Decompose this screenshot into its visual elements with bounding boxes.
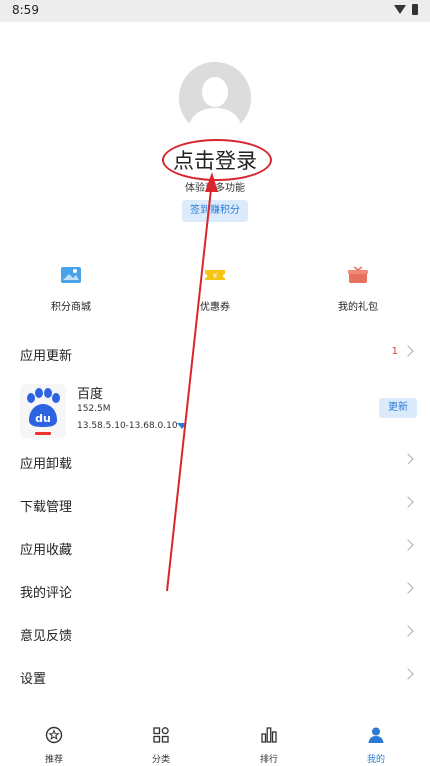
svg-text:du: du bbox=[35, 412, 51, 425]
feedback-label: 意见反馈 bbox=[20, 629, 73, 644]
app-update-label: 应用更新 bbox=[20, 349, 73, 364]
image-gift-icon bbox=[61, 267, 81, 283]
chevron-right-icon bbox=[402, 453, 414, 465]
tab-ranking[interactable]: 排行 bbox=[229, 726, 309, 765]
wifi-icon bbox=[394, 5, 406, 14]
app-size: 152.5M bbox=[77, 404, 111, 414]
update-button[interactable]: 更新 bbox=[379, 398, 417, 418]
my-gift-label: 我的礼包 bbox=[338, 302, 378, 313]
settings-label: 设置 bbox=[20, 672, 47, 687]
points-mall-item[interactable]: 积分商城 bbox=[21, 266, 121, 313]
chevron-right-icon bbox=[402, 496, 414, 508]
uninstall-label: 应用卸载 bbox=[20, 457, 73, 472]
my-gift-item[interactable]: 我的礼包 bbox=[308, 266, 408, 313]
download-manage-label: 下载管理 bbox=[20, 500, 73, 515]
menu-download-manage[interactable]: 下载管理 bbox=[0, 484, 430, 527]
category-icon bbox=[153, 727, 169, 743]
update-count-badge: 1 bbox=[391, 346, 398, 357]
expand-arrow-icon[interactable] bbox=[177, 423, 187, 429]
bottom-tab-bar: 推荐 分类 排行 我的 bbox=[0, 722, 430, 766]
menu-uninstall[interactable]: 应用卸载 bbox=[0, 441, 430, 484]
svg-text:¥: ¥ bbox=[213, 272, 218, 280]
coupon-item[interactable]: ¥ 优惠券 bbox=[165, 266, 265, 313]
app-name: 百度 bbox=[77, 387, 104, 402]
login-subtitle: 体验更多功能 bbox=[185, 183, 245, 194]
my-comments-label: 我的评论 bbox=[20, 586, 73, 601]
chevron-right-icon bbox=[402, 345, 414, 357]
status-icons bbox=[394, 4, 418, 15]
menu-feedback[interactable]: 意见反馈 bbox=[0, 613, 430, 656]
battery-icon bbox=[412, 4, 418, 15]
tab-category[interactable]: 分类 bbox=[121, 726, 201, 765]
status-bar: 8:59 bbox=[0, 0, 430, 22]
chevron-right-icon bbox=[402, 668, 414, 680]
ranking-icon bbox=[261, 727, 277, 743]
app-version: 13.58.5.10-13.68.0.10 bbox=[77, 421, 178, 431]
pending-update-app[interactable]: du 百度 152.5M 13.58.5.10-13.68.0.10 更新 bbox=[0, 380, 430, 440]
tab-recommend[interactable]: 推荐 bbox=[14, 726, 94, 765]
person-icon bbox=[368, 727, 384, 743]
chevron-right-icon bbox=[402, 539, 414, 551]
baidu-paw-icon: du bbox=[20, 384, 66, 438]
tab-mine[interactable]: 我的 bbox=[336, 726, 416, 765]
app-update-row[interactable]: 应用更新 1 bbox=[0, 333, 430, 376]
menu-favorites[interactable]: 应用收藏 bbox=[0, 527, 430, 570]
coupon-label: 优惠券 bbox=[200, 302, 230, 313]
signin-points-button[interactable]: 签到赚积分 bbox=[182, 200, 248, 222]
app-icon: du bbox=[20, 384, 66, 438]
avatar[interactable] bbox=[179, 62, 251, 134]
tab-category-label: 分类 bbox=[151, 755, 170, 765]
star-circle-icon bbox=[45, 726, 63, 744]
favorites-label: 应用收藏 bbox=[20, 543, 73, 558]
points-mall-label: 积分商城 bbox=[51, 302, 91, 313]
menu-my-comments[interactable]: 我的评论 bbox=[0, 570, 430, 613]
tab-ranking-label: 排行 bbox=[259, 755, 278, 765]
tab-recommend-label: 推荐 bbox=[44, 755, 63, 765]
chevron-right-icon bbox=[402, 625, 414, 637]
coupon-icon: ¥ bbox=[205, 270, 225, 280]
tab-mine-label: 我的 bbox=[366, 755, 385, 765]
annotation-ellipse bbox=[162, 139, 272, 181]
default-avatar-icon bbox=[179, 62, 251, 134]
status-time: 8:59 bbox=[12, 3, 39, 17]
gift-box-icon bbox=[348, 266, 368, 283]
chevron-right-icon bbox=[402, 582, 414, 594]
menu-settings[interactable]: 设置 bbox=[0, 656, 430, 699]
